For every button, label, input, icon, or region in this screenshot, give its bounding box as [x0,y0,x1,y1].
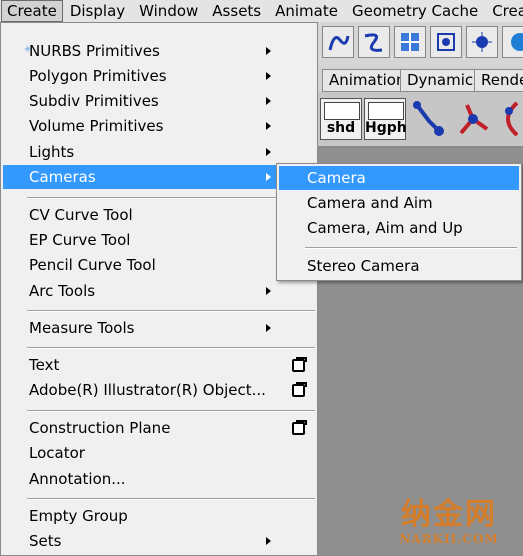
menu-create-truncated[interactable]: Crea [485,0,523,22]
menu-display[interactable]: Display [63,0,132,22]
menu-create[interactable]: Create [1,0,63,22]
option-box-icon[interactable] [292,420,307,435]
snap-curve-icon[interactable] [430,26,462,58]
menu-separator [27,197,315,199]
menu-item-label: Polygon Primitives [29,67,167,85]
curve-icon[interactable] [358,26,390,58]
menu-item-volume-primitives[interactable]: Volume Primitives [3,114,315,138]
submenu-item-label: Camera, Aim and Up [307,219,463,237]
menu-item-sets[interactable]: Sets [3,529,315,553]
menu-item-ep-curve-tool[interactable]: EP Curve Tool [3,228,315,252]
menu-item-lights[interactable]: Lights [3,140,315,164]
submenu-item-camera[interactable]: Camera [279,166,519,190]
watermark-subtext: NARKII.COM [399,532,499,546]
submenu-arrow-icon [266,173,271,181]
menu-item-measure-tools[interactable]: Measure Tools [3,316,315,340]
menu-item-label: Locator [29,444,85,462]
menu-item-label: CV Curve Tool [29,206,133,224]
submenu-arrow-icon [266,537,271,545]
menu-item-subdiv-primitives[interactable]: Subdiv Primitives [3,89,315,113]
menu-item-cv-curve-tool[interactable]: CV Curve Tool [3,203,315,227]
curve-tool-icon[interactable] [322,26,354,58]
menu-item-nurbs-primitives[interactable]: NURBS Primitives [3,39,315,63]
submenu-arrow-icon [266,287,271,295]
submenu-item-label: Camera and Aim [307,194,433,212]
cameras-submenu: Camera Camera and Aim Camera, Aim and Up… [276,163,522,281]
menu-window[interactable]: Window [132,0,205,22]
submenu-item-camera-and-aim[interactable]: Camera and Aim [279,191,519,215]
tab-rendering[interactable]: Rende [474,69,523,92]
submenu-item-label: Stereo Camera [307,257,420,275]
menu-item-label: Subdiv Primitives [29,92,159,110]
grid-snap-icon[interactable] [394,26,426,58]
menu-bar: Create Display Window Assets Animate Geo… [0,0,523,23]
option-box-icon[interactable] [292,357,307,372]
menu-item-label: Annotation... [29,470,126,488]
create-menu: ✦ NURBS Primitives Polygon Primitives Su… [0,22,318,556]
menu-animate[interactable]: Animate [268,0,345,22]
menu-item-cameras[interactable]: Cameras [3,165,315,189]
menu-assets[interactable]: Assets [205,0,268,22]
submenu-separator [305,247,517,249]
menu-item-label: Pencil Curve Tool [29,256,156,274]
menu-item-label: EP Curve Tool [29,231,131,249]
menu-item-polygon-primitives[interactable]: Polygon Primitives [3,64,315,88]
menu-item-empty-group[interactable]: Empty Group [3,504,315,528]
menu-separator [27,310,315,312]
menu-item-label: Construction Plane [29,419,171,437]
shelf: shd Hgph [318,92,523,148]
shelf-button-hgph[interactable]: Hgph [364,98,407,140]
menu-item-label: Lights [29,143,75,161]
menu-separator [27,410,315,412]
submenu-arrow-icon [266,148,271,156]
menu-separator [27,498,315,500]
menu-separator [27,347,315,349]
submenu-item-stereo-camera[interactable]: Stereo Camera [279,254,519,278]
shelf-button-hgph-label: Hgph [365,120,407,136]
menu-item-adobe-illustrator-object[interactable]: Adobe(R) Illustrator(R) Object... [3,378,315,402]
menu-item-locator[interactable]: Locator [3,441,315,465]
ik-spline-icon[interactable] [494,98,523,140]
submenu-arrow-icon [266,47,271,55]
menu-item-label: NURBS Primitives [29,42,160,60]
shelf-button-shd[interactable]: shd [320,98,362,140]
menu-item-label: Empty Group [29,507,128,525]
menu-item-label: Cameras [29,168,96,186]
tab-animation[interactable]: Animation [322,69,413,92]
submenu-arrow-icon [266,324,271,332]
menu-item-construction-plane[interactable]: Construction Plane [3,416,315,440]
menu-item-text[interactable]: Text [3,353,315,377]
submenu-arrow-icon [266,72,271,80]
shelf-tabs: Animation Dynamics Rende [318,66,523,93]
snap-point-icon[interactable] [466,26,498,58]
menu-item-label: Measure Tools [29,319,135,337]
menu-item-label: Volume Primitives [29,117,164,135]
status-line [318,22,523,67]
menu-item-label: Adobe(R) Illustrator(R) Object... [29,381,266,399]
menu-item-annotation[interactable]: Annotation... [3,467,315,491]
ik-handle-icon[interactable] [452,98,494,140]
submenu-arrow-icon [266,97,271,105]
menu-item-label: Text [29,356,60,374]
submenu-arrow-icon [266,122,271,130]
sphere-icon[interactable] [502,26,523,58]
menu-item-label: Arc Tools [29,282,96,300]
joint-tool-icon[interactable] [408,98,450,140]
menu-item-arc-tools[interactable]: Arc Tools [3,279,315,303]
watermark-text: 纳金网 [401,497,497,532]
menu-item-label: Sets [29,532,62,550]
menu-item-pencil-curve-tool[interactable]: Pencil Curve Tool [3,253,315,277]
shelf-button-shd-label: shd [326,120,356,136]
submenu-item-label: Camera [307,169,366,187]
submenu-item-camera-aim-and-up[interactable]: Camera, Aim and Up [279,216,519,240]
menu-geometry-cache[interactable]: Geometry Cache [345,0,485,22]
option-box-icon[interactable] [292,382,307,397]
watermark-logo: 纳金网 NARKII.COM [384,498,514,554]
